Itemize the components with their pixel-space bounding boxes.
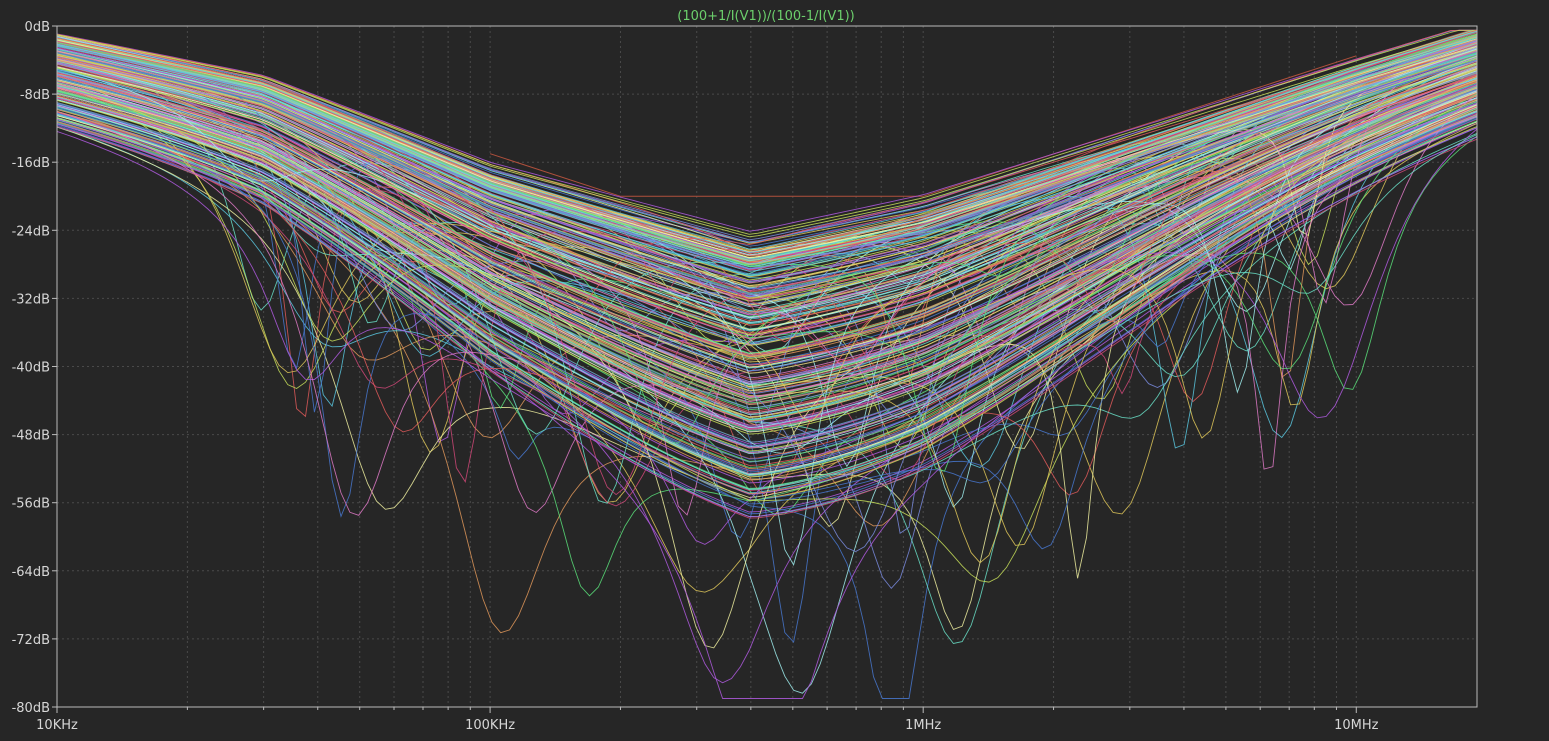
y-tick-label: -24dB [12,224,50,239]
y-tick-label: -40dB [12,361,50,376]
chart-title: (100+1/I(V1))/(100-1/I(V1)) [677,9,854,24]
y-tick-label: -56dB [12,497,50,512]
y-tick-label: -16dB [12,156,50,171]
y-tick-label: -8dB [20,88,50,103]
y-tick-label: 0dB [25,20,50,35]
y-tick-label: -64dB [12,565,50,580]
y-tick-label: -72dB [12,633,50,648]
x-tick-label: 10MHz [1334,718,1379,733]
y-tick-label: -32dB [12,292,50,307]
plot-area[interactable]: 0dB -8dB -16dB -24dB -32dB -40dB -48dB -56dB -64… [0,0,1549,741]
y-tick-label: -48dB [12,429,50,444]
x-tick-label: 1MHz [905,718,941,733]
y-tick-label: -80dB [12,701,50,716]
x-tick-label: 10KHz [36,718,78,733]
x-tick-label: 100KHz [465,718,515,733]
